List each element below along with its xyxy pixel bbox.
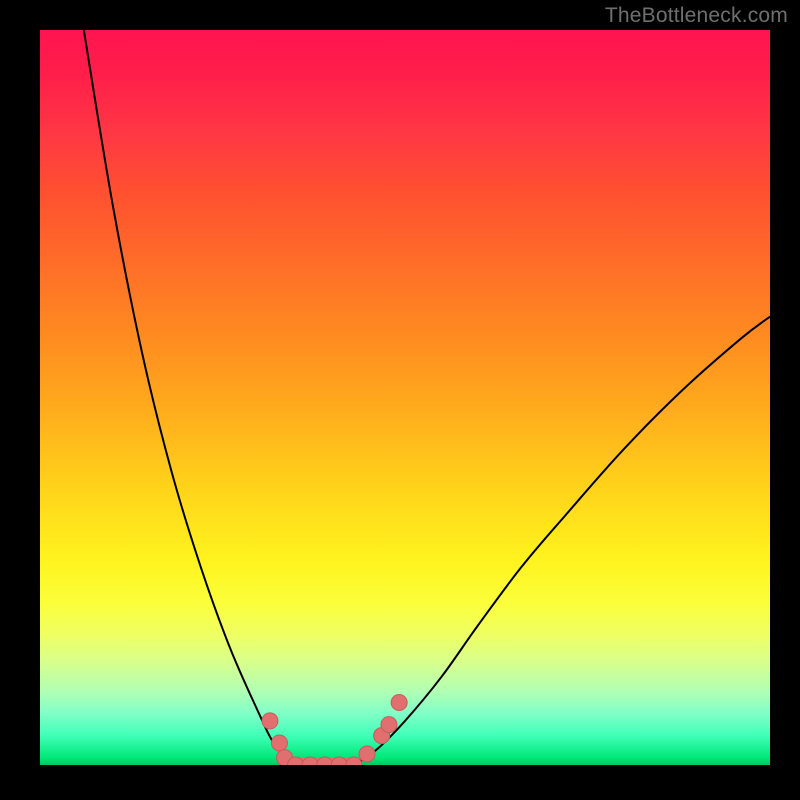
marker-point xyxy=(381,717,397,733)
curve-layer xyxy=(40,30,770,765)
bottleneck-markers xyxy=(262,695,407,765)
marker-point xyxy=(391,695,407,711)
curve-bottleneck-curve-left xyxy=(84,30,296,765)
chart-frame: TheBottleneck.com xyxy=(0,0,800,800)
watermark-text: TheBottleneck.com xyxy=(605,4,788,28)
marker-point xyxy=(262,713,278,729)
marker-point xyxy=(359,746,375,762)
bottleneck-curves xyxy=(84,30,770,765)
plot-area xyxy=(40,30,770,765)
curve-bottleneck-curve-right xyxy=(354,317,770,765)
marker-point xyxy=(271,735,287,751)
